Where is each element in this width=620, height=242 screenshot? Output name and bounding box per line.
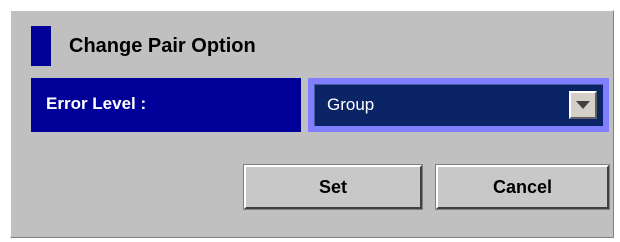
error-level-selected-value: Group bbox=[327, 95, 375, 114]
title-marker bbox=[31, 26, 51, 66]
cancel-button[interactable]: Cancel bbox=[435, 164, 610, 210]
change-pair-option-dialog: Change Pair Option Error Level : Group S… bbox=[10, 10, 614, 238]
error-level-select-field[interactable]: Group bbox=[314, 84, 603, 126]
error-level-label-box: Error Level : bbox=[31, 78, 301, 132]
chevron-down-icon[interactable] bbox=[569, 91, 597, 119]
dialog-title: Change Pair Option bbox=[69, 35, 256, 57]
error-level-label: Error Level : bbox=[46, 94, 147, 113]
set-button[interactable]: Set bbox=[243, 164, 423, 210]
error-level-select[interactable]: Group bbox=[308, 78, 609, 132]
